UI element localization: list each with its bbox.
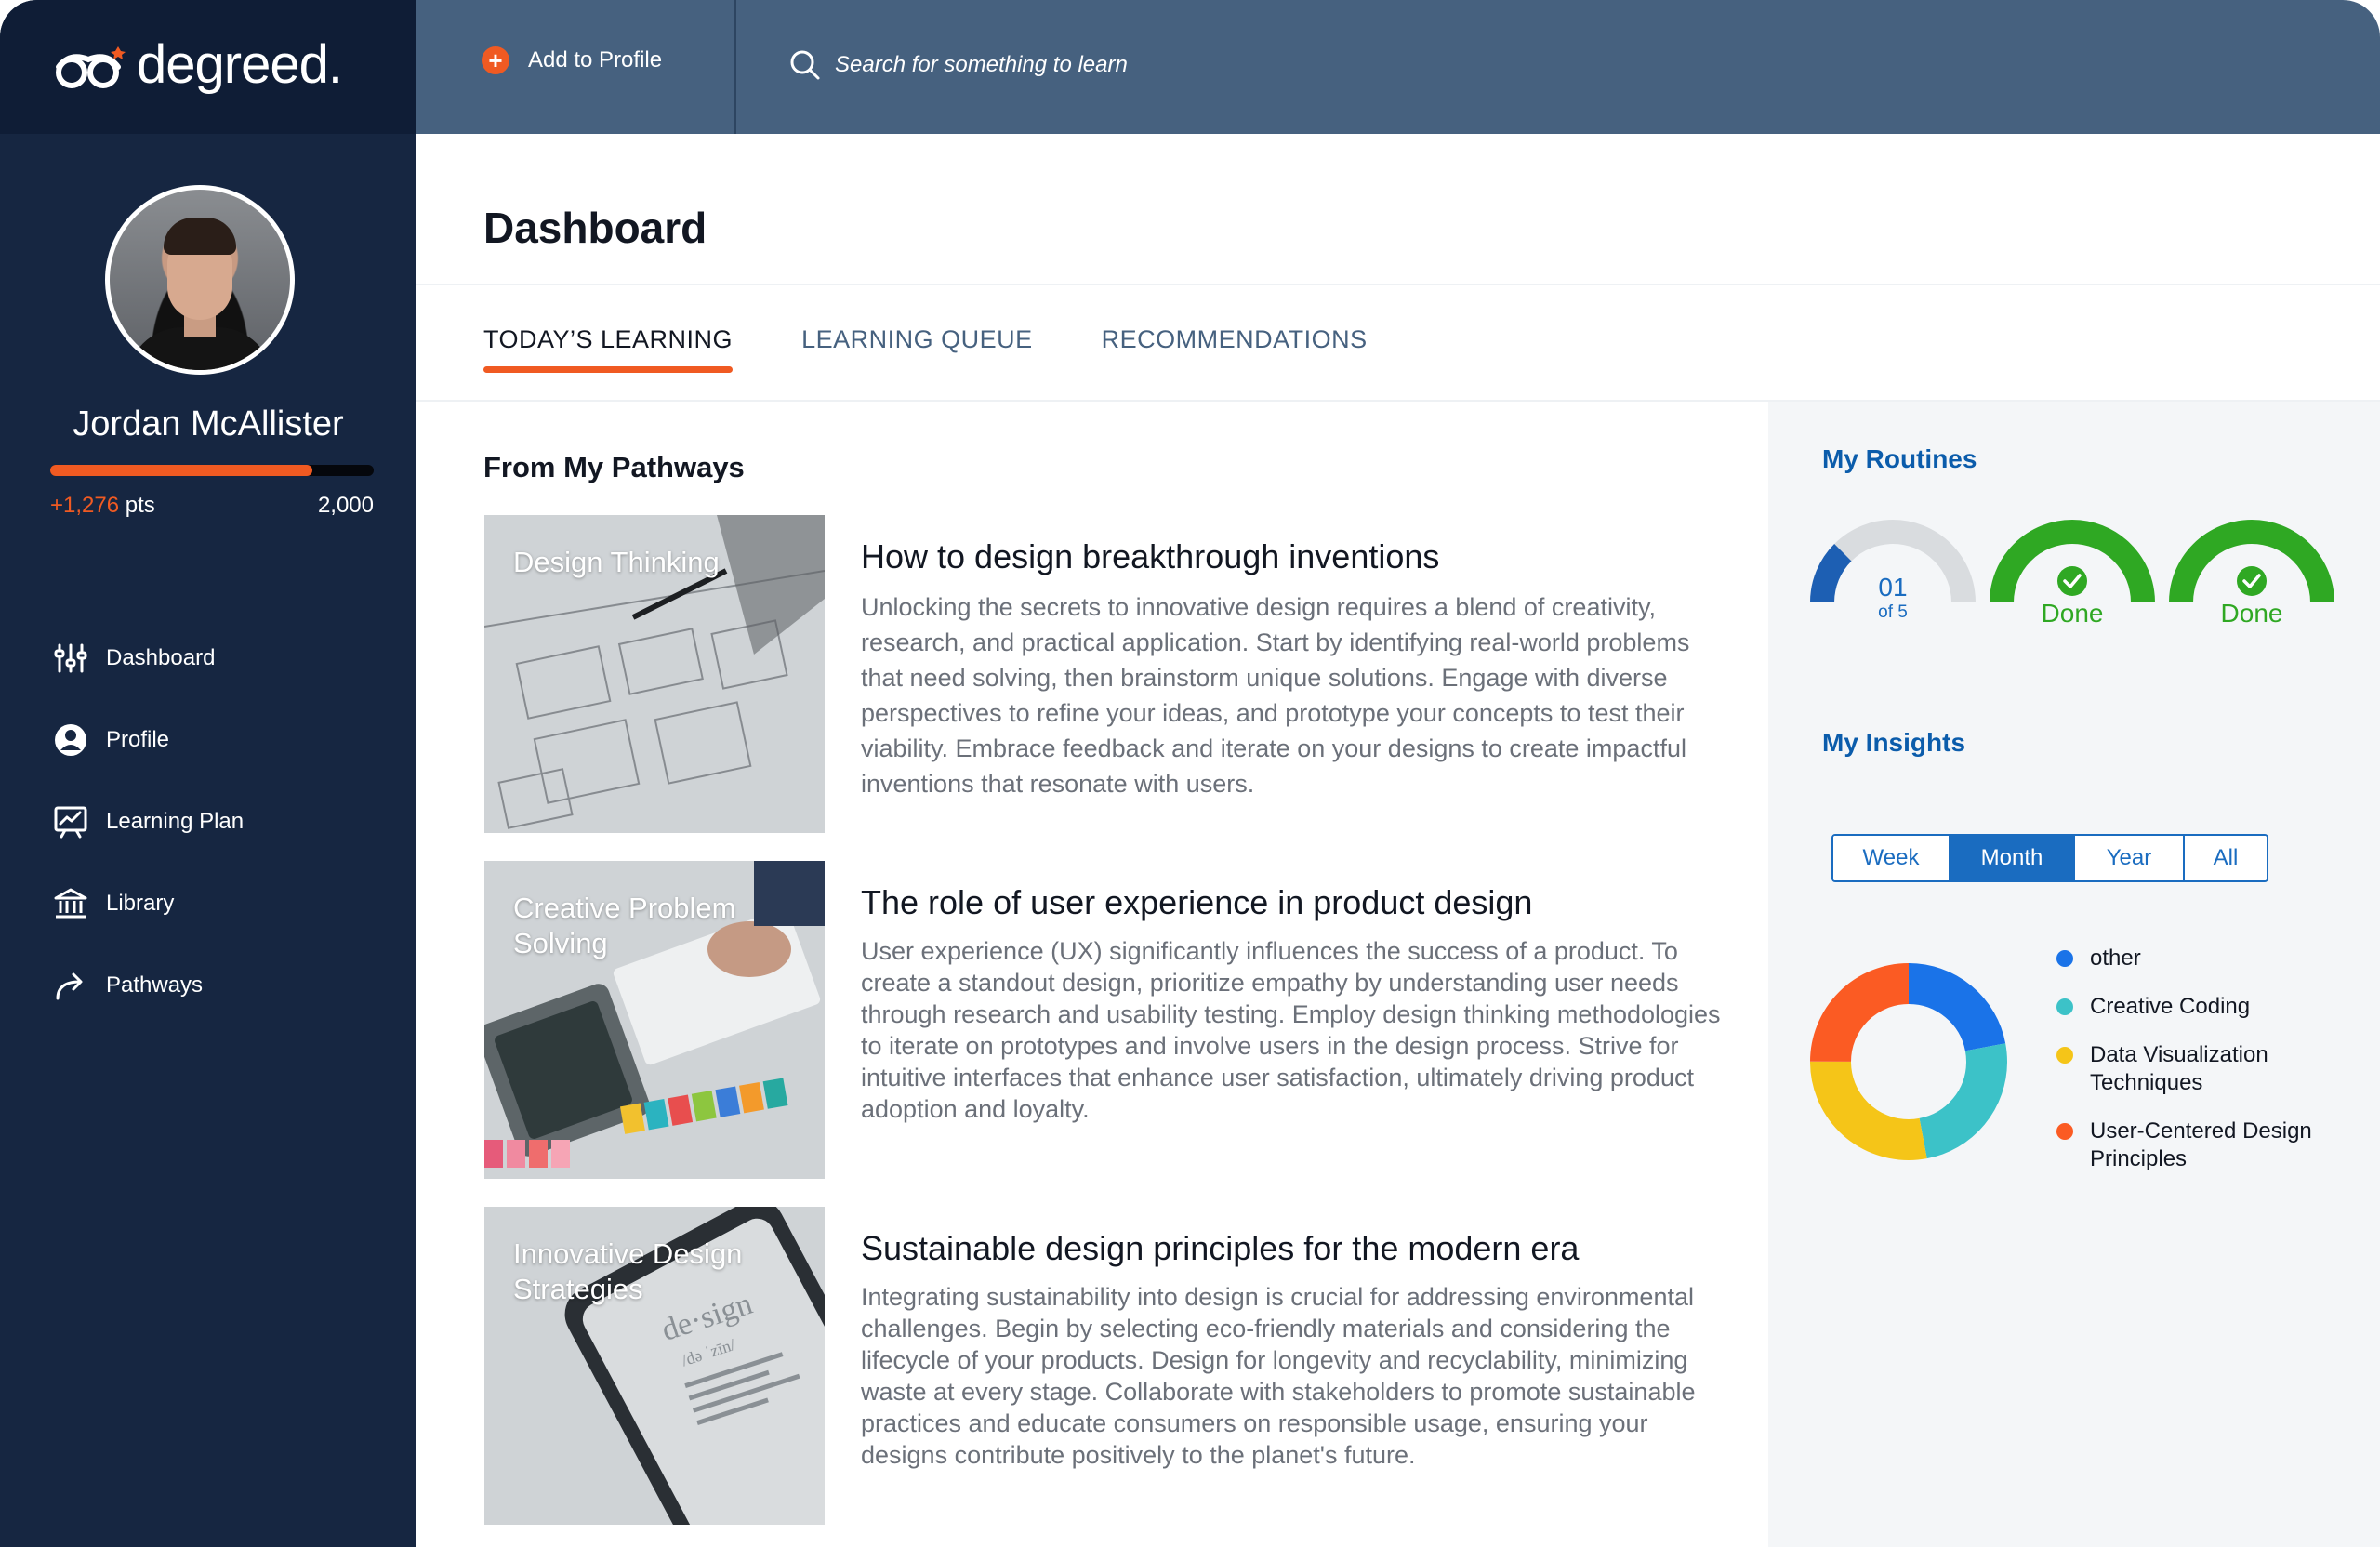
tab-recommendations[interactable]: RECOMMENDATIONS bbox=[1102, 325, 1368, 367]
learning-card[interactable]: de·sign /də ˈzīn/ Innovative Design Stra… bbox=[483, 1207, 1729, 1525]
legend-item: Creative Coding bbox=[2056, 993, 2354, 1021]
card-thumbnail-label: Innovative Design Strategies bbox=[513, 1237, 743, 1305]
logo[interactable]: degreed. bbox=[0, 0, 416, 134]
sidebar-item-label: Pathways bbox=[106, 972, 204, 998]
routine-gauge[interactable]: 01 of 5 bbox=[1809, 519, 1977, 630]
topbar-divider bbox=[734, 0, 736, 134]
legend-item: other bbox=[2056, 945, 2354, 972]
legend-label: Data Visualization Techniques bbox=[2090, 1042, 2268, 1095]
share-arrow-icon bbox=[50, 965, 91, 1006]
library-icon bbox=[50, 883, 91, 924]
points-goal: 2,000 bbox=[317, 493, 374, 518]
insights-donut-chart bbox=[1810, 963, 2007, 1160]
card-thumbnail-label: Creative Problem Solving bbox=[513, 892, 736, 959]
legend-label: Creative Coding bbox=[2090, 994, 2251, 1019]
sidebar-item-label: Profile bbox=[106, 727, 170, 752]
card-description: User experience (UX) significantly influ… bbox=[861, 937, 1721, 1123]
legend-label: User-Centered Design Principles bbox=[2090, 1118, 2312, 1171]
app-window: degreed. Jordan McAllister +1,276 pts 2,… bbox=[0, 0, 2380, 1547]
points-progress-fill bbox=[50, 465, 312, 476]
sidebar-item-dashboard[interactable]: Dashboard bbox=[50, 617, 385, 699]
tab-bar: TODAY’S LEARNING LEARNING QUEUE RECOMMEN… bbox=[483, 325, 1436, 373]
period-year-button[interactable]: Year bbox=[2075, 836, 2185, 880]
sidebar-item-label: Dashboard bbox=[106, 645, 216, 670]
sidebar-item-label: Learning Plan bbox=[106, 809, 245, 834]
card-title[interactable]: Sustainable design principles for the mo… bbox=[861, 1229, 1735, 1268]
avatar-photo bbox=[110, 190, 290, 370]
sidebar-item-label: Library bbox=[106, 891, 175, 916]
period-selector: Week Month Year All bbox=[1831, 834, 2268, 882]
routine-gauge[interactable]: Done bbox=[2168, 519, 2335, 630]
routines-heading: My Routines bbox=[1822, 444, 1977, 473]
card-thumbnail-label: Design Thinking bbox=[513, 546, 720, 578]
card-thumbnail[interactable]: Design Thinking bbox=[484, 515, 825, 833]
routine-progress-text: 01 of 5 bbox=[1809, 573, 1977, 623]
card-description: Unlocking the secrets to innovative desi… bbox=[861, 593, 1690, 798]
sidebar-item-learning-plan[interactable]: Learning Plan bbox=[50, 781, 385, 863]
chart-board-icon bbox=[50, 801, 91, 842]
tab-learning-queue[interactable]: LEARNING QUEUE bbox=[801, 325, 1033, 367]
tab-todays-learning[interactable]: TODAY’S LEARNING bbox=[483, 325, 734, 373]
card-text: Sustainable design principles for the mo… bbox=[861, 1229, 1735, 1471]
legend-dot bbox=[2056, 998, 2073, 1015]
points-unit: pts bbox=[125, 493, 155, 518]
sidebar-item-profile[interactable]: Profile bbox=[50, 699, 385, 781]
search-bar bbox=[788, 43, 1532, 87]
check-circle-icon bbox=[2237, 566, 2267, 596]
learning-card[interactable]: Creative Problem Solving The role of use… bbox=[483, 861, 1729, 1179]
page-title: Dashboard bbox=[483, 204, 707, 252]
card-thumbnail[interactable]: de·sign /də ˈzīn/ Innovative Design Stra… bbox=[484, 1207, 825, 1525]
routine-done-label: Done bbox=[2220, 599, 2283, 628]
legend-dot bbox=[2056, 1123, 2073, 1140]
card-text: The role of user experience in product d… bbox=[861, 883, 1735, 1125]
routine-done-label: Done bbox=[2041, 599, 2104, 628]
routine-progress-total: of 5 bbox=[1878, 602, 1908, 622]
legend-dot bbox=[2056, 950, 2073, 967]
legend-item: User-Centered Design Principles bbox=[2056, 1117, 2354, 1173]
section-title: From My Pathways bbox=[483, 451, 745, 483]
legend-label: other bbox=[2090, 945, 2141, 971]
period-all-button[interactable]: All bbox=[2185, 836, 2267, 880]
routine-gauge[interactable]: Done bbox=[1989, 519, 2156, 630]
period-month-button[interactable]: Month bbox=[1950, 836, 2075, 880]
points-progress-bar bbox=[50, 465, 374, 476]
insights-heading: My Insights bbox=[1822, 728, 1966, 757]
search-input[interactable] bbox=[835, 52, 1486, 78]
card-title[interactable]: How to design breakthrough inventions bbox=[861, 537, 1735, 576]
sliders-icon bbox=[50, 638, 91, 679]
degreed-glasses-icon bbox=[56, 46, 126, 88]
period-week-button[interactable]: Week bbox=[1833, 836, 1950, 880]
learning-card[interactable]: Design Thinking How to design breakthrou… bbox=[483, 515, 1729, 833]
avatar[interactable] bbox=[105, 185, 295, 375]
sidebar-nav: Dashboard Profile Learning Plan Library … bbox=[50, 617, 385, 1026]
top-bar: + Add to Profile bbox=[416, 0, 2380, 134]
divider bbox=[416, 284, 2380, 285]
check-circle-icon bbox=[2057, 566, 2087, 596]
plus-circle-icon: + bbox=[482, 46, 509, 74]
user-name: Jordan McAllister bbox=[73, 404, 344, 443]
sidebar-item-library[interactable]: Library bbox=[50, 863, 385, 945]
legend-dot bbox=[2056, 1047, 2073, 1064]
search-icon bbox=[790, 50, 820, 80]
points-gain: +1,276 bbox=[50, 493, 120, 518]
chart-legend: other Creative Coding Data Visualization… bbox=[2056, 945, 2354, 1194]
card-description: Integrating sustainability into design i… bbox=[861, 1283, 1696, 1469]
card-title[interactable]: The role of user experience in product d… bbox=[861, 883, 1735, 922]
points-earned: +1,276 pts bbox=[50, 493, 155, 519]
brand-name: degreed. bbox=[137, 33, 343, 95]
add-to-profile-label: Add to Profile bbox=[528, 47, 663, 73]
card-thumbnail[interactable]: Creative Problem Solving bbox=[484, 861, 825, 1179]
routine-progress-value: 01 bbox=[1878, 573, 1908, 602]
add-to-profile-button[interactable]: + Add to Profile bbox=[482, 46, 662, 74]
legend-item: Data Visualization Techniques bbox=[2056, 1041, 2354, 1097]
card-text: How to design breakthrough inventions Un… bbox=[861, 537, 1735, 801]
user-circle-icon bbox=[50, 720, 91, 760]
sidebar: degreed. Jordan McAllister +1,276 pts 2,… bbox=[0, 0, 416, 1547]
sidebar-item-pathways[interactable]: Pathways bbox=[50, 945, 385, 1026]
